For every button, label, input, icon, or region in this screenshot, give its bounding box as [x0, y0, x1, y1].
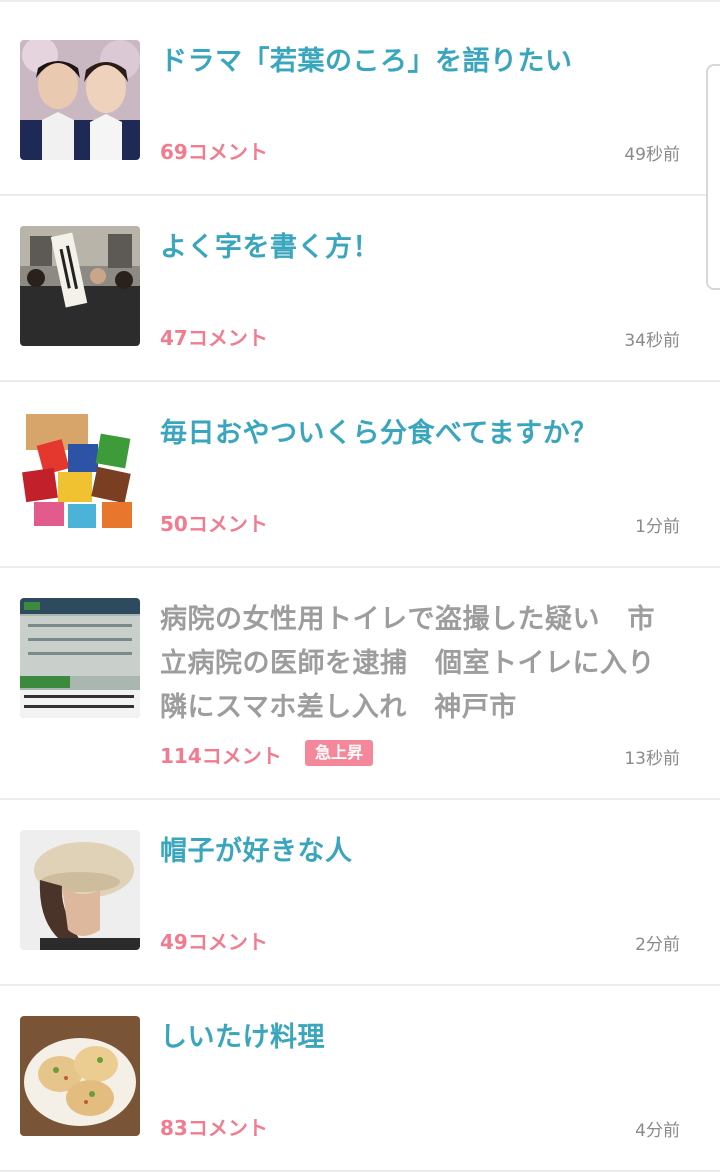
topic-thumbnail: [20, 830, 140, 950]
topic-title[interactable]: ドラマ「若葉のころ」を語りたい: [160, 40, 680, 84]
topic-item[interactable]: 毎日おやついくら分食べてますか？ 50コメント 1分前: [0, 382, 720, 568]
timestamp: 4分前: [635, 1121, 680, 1141]
topic-item[interactable]: よく字を書く方！ 47コメント 34秒前: [0, 196, 720, 382]
timestamp: 34秒前: [624, 331, 680, 351]
topic-thumbnail: [20, 412, 140, 532]
timestamp: 49秒前: [624, 145, 680, 165]
comment-count: 47コメント: [160, 326, 268, 350]
topic-thumbnail: [20, 598, 140, 718]
topic-item[interactable]: 病院の女性用トイレで盗撮した疑い 市立病院の医師を逮捕 個室トイレに入り隣にスマ…: [0, 568, 720, 800]
topic-item[interactable]: 帽子が好きな人 49コメント 2分前: [0, 800, 720, 986]
comment-count: 83コメント: [160, 1116, 268, 1140]
scrollbar[interactable]: [706, 64, 720, 290]
timestamp: 13秒前: [624, 749, 680, 769]
topic-title[interactable]: 帽子が好きな人: [160, 830, 680, 874]
trending-badge: 急上昇: [305, 740, 374, 766]
comment-count: 114コメント: [160, 744, 282, 768]
comment-count: 49コメント: [160, 930, 268, 954]
topic-thumbnail: [20, 226, 140, 346]
topic-thumbnail: [20, 1016, 140, 1136]
topic-list: ドラマ「若葉のころ」を語りたい 69コメント 49秒前 よく字を書く方！ 47コ…: [0, 0, 720, 1174]
topic-title[interactable]: よく字を書く方！: [160, 226, 680, 270]
comment-count: 69コメント: [160, 140, 268, 164]
topic-title[interactable]: 毎日おやついくら分食べてますか？: [160, 412, 680, 456]
topic-title[interactable]: 病院の女性用トイレで盗撮した疑い 市立病院の医師を逮捕 個室トイレに入り隣にスマ…: [160, 598, 680, 730]
topic-item[interactable]: ドラマ「若葉のころ」を語りたい 69コメント 49秒前: [0, 10, 720, 196]
timestamp: 1分前: [635, 517, 680, 537]
topic-title[interactable]: しいたけ料理: [160, 1016, 680, 1060]
topic-thumbnail: [20, 40, 140, 160]
topic-item[interactable]: しいたけ料理 83コメント 4分前: [0, 986, 720, 1172]
timestamp: 2分前: [635, 935, 680, 955]
comment-count: 50コメント: [160, 512, 268, 536]
